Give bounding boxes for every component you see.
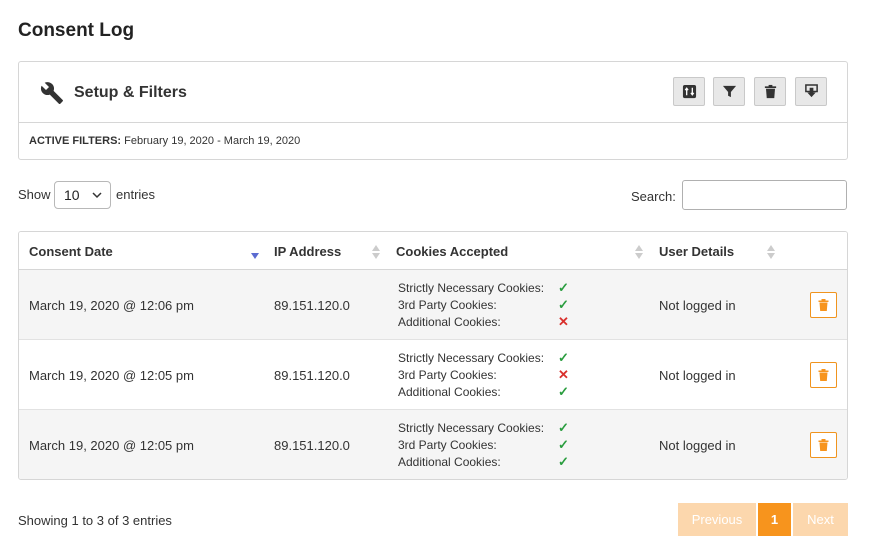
table-header: Consent Date IP Address Cookies Accepted… bbox=[19, 232, 847, 270]
sort-both-icon[interactable] bbox=[634, 244, 644, 260]
active-filters-label: ACTIVE FILTERS: bbox=[29, 135, 122, 147]
cookie-label: Strictly Necessary Cookies: bbox=[398, 281, 545, 295]
cookie-label: Additional Cookies: bbox=[398, 385, 501, 399]
column-header-user-details[interactable]: User Details bbox=[659, 244, 734, 259]
cookie-label: Strictly Necessary Cookies: bbox=[398, 351, 545, 365]
page-title: Consent Log bbox=[18, 20, 135, 41]
filter-button[interactable] bbox=[713, 77, 745, 106]
trash-icon bbox=[764, 84, 776, 99]
cookie-label: Additional Cookies: bbox=[398, 315, 501, 329]
check-icon: ✓ bbox=[558, 297, 569, 312]
check-icon: ✓ bbox=[558, 454, 569, 469]
user-details: Not logged in bbox=[659, 368, 736, 383]
sort-toggle-button[interactable] bbox=[673, 77, 705, 106]
search-label: Search: bbox=[631, 189, 676, 204]
table-info: Showing 1 to 3 of 3 entries bbox=[18, 513, 172, 528]
setup-title: Setup & Filters bbox=[74, 84, 187, 101]
check-icon: ✓ bbox=[558, 384, 569, 399]
cookie-label: 3rd Party Cookies: bbox=[398, 438, 497, 452]
table-row: March 19, 2020 @ 12:06 pm 89.151.120.0 S… bbox=[19, 270, 847, 340]
setup-filters-panel: Setup & Filters ACTIVE FILTERS: February… bbox=[18, 61, 848, 160]
delete-entry-button[interactable] bbox=[810, 292, 837, 318]
consent-table: Consent Date IP Address Cookies Accepted… bbox=[18, 231, 848, 480]
user-details: Not logged in bbox=[659, 438, 736, 453]
entries-label: entries bbox=[116, 187, 156, 202]
pagination-previous-button[interactable]: Previous bbox=[678, 503, 756, 536]
pagination-next-button[interactable]: Next bbox=[793, 503, 848, 536]
filter-icon bbox=[722, 85, 736, 98]
consent-date: March 19, 2020 @ 12:05 pm bbox=[29, 368, 194, 383]
table-row: March 19, 2020 @ 12:05 pm 89.151.120.0 S… bbox=[19, 410, 847, 479]
setup-header[interactable]: Setup & Filters bbox=[19, 62, 847, 123]
column-header-cookies-accepted[interactable]: Cookies Accepted bbox=[396, 244, 508, 259]
cookie-label: 3rd Party Cookies: bbox=[398, 298, 497, 312]
sort-both-icon[interactable] bbox=[766, 244, 776, 260]
pagination-page-button[interactable]: 1 bbox=[758, 503, 791, 536]
cross-icon: ✕ bbox=[558, 314, 569, 329]
consent-date: March 19, 2020 @ 12:06 pm bbox=[29, 298, 194, 313]
cookie-label: Additional Cookies: bbox=[398, 455, 501, 469]
active-filters: ACTIVE FILTERS: February 19, 2020 - Marc… bbox=[29, 135, 300, 147]
export-button[interactable] bbox=[795, 77, 827, 106]
cookie-label: 3rd Party Cookies: bbox=[398, 368, 497, 382]
show-label: Show bbox=[18, 187, 51, 202]
sort-descending-icon[interactable] bbox=[250, 244, 260, 260]
trash-icon bbox=[818, 299, 829, 311]
cross-icon: ✕ bbox=[558, 367, 569, 382]
ip-address: 89.151.120.0 bbox=[274, 438, 350, 453]
active-filters-value: February 19, 2020 - March 19, 2020 bbox=[124, 135, 301, 147]
check-icon: ✓ bbox=[558, 350, 569, 365]
download-icon bbox=[804, 84, 818, 98]
chevron-down-icon bbox=[92, 192, 102, 199]
check-icon: ✓ bbox=[558, 280, 569, 295]
delete-entry-button[interactable] bbox=[810, 362, 837, 388]
cookie-label: Strictly Necessary Cookies: bbox=[398, 421, 545, 435]
column-header-ip-address[interactable]: IP Address bbox=[274, 244, 341, 259]
ip-address: 89.151.120.0 bbox=[274, 368, 350, 383]
consent-date: March 19, 2020 @ 12:05 pm bbox=[29, 438, 194, 453]
user-details: Not logged in bbox=[659, 298, 736, 313]
table-body: March 19, 2020 @ 12:06 pm 89.151.120.0 S… bbox=[19, 270, 847, 479]
sort-both-icon[interactable] bbox=[371, 244, 381, 260]
check-icon: ✓ bbox=[558, 420, 569, 435]
entries-selected-value: 10 bbox=[64, 187, 80, 203]
search-input[interactable] bbox=[682, 180, 847, 210]
delete-entry-button[interactable] bbox=[810, 432, 837, 458]
trash-icon bbox=[818, 439, 829, 451]
column-header-consent-date[interactable]: Consent Date bbox=[29, 244, 113, 259]
ip-address: 89.151.120.0 bbox=[274, 298, 350, 313]
sort-toggle-icon bbox=[682, 84, 696, 99]
entries-per-page-select[interactable]: 10 bbox=[54, 181, 111, 209]
check-icon: ✓ bbox=[558, 437, 569, 452]
table-row: March 19, 2020 @ 12:05 pm 89.151.120.0 S… bbox=[19, 340, 847, 410]
trash-icon bbox=[818, 369, 829, 381]
delete-all-button[interactable] bbox=[754, 77, 786, 106]
wrench-icon bbox=[40, 82, 63, 104]
